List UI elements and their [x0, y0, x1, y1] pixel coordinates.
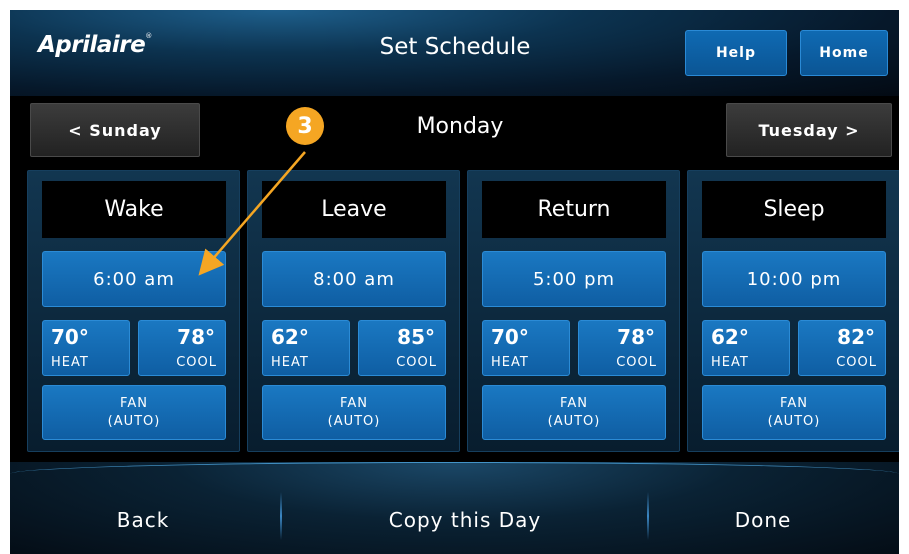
page-title: Set Schedule	[379, 34, 531, 60]
cool-setpoint-button[interactable]: 78° COOL	[578, 320, 666, 376]
fan-label: FAN	[340, 395, 368, 411]
heat-setpoint-button[interactable]: 70° HEAT	[482, 320, 570, 376]
fan-mode-value: (AUTO)	[547, 413, 601, 429]
fan-mode-value: (AUTO)	[327, 413, 381, 429]
period-time-button[interactable]: 6:00 am	[42, 251, 226, 307]
aprilaire-logo: Aprilaire®	[38, 32, 152, 58]
cool-value: 78°	[617, 325, 655, 349]
cool-label: COOL	[176, 355, 217, 370]
period-name: Return	[482, 181, 666, 238]
fan-mode-value: (AUTO)	[107, 413, 161, 429]
heat-value: 70°	[51, 325, 89, 349]
heat-setpoint-button[interactable]: 62° HEAT	[262, 320, 350, 376]
back-button[interactable]: Back	[50, 500, 236, 540]
heat-setpoint-button[interactable]: 70° HEAT	[42, 320, 130, 376]
home-button[interactable]: Home	[800, 30, 888, 76]
header-bar: Aprilaire® Set Schedule Help Home	[10, 10, 899, 96]
cool-label: COOL	[396, 355, 437, 370]
step-callout-badge: 3	[286, 107, 324, 145]
period-time-button[interactable]: 5:00 pm	[482, 251, 666, 307]
cool-value: 78°	[177, 325, 215, 349]
schedule-panel-return: Return 5:00 pm 70° HEAT 78° COOL FAN (AU…	[467, 170, 680, 452]
current-day-label: Monday	[416, 114, 504, 139]
next-day-button[interactable]: Tuesday >	[726, 103, 892, 157]
cool-setpoint-button[interactable]: 82° COOL	[798, 320, 886, 376]
footer-divider	[280, 492, 282, 540]
schedule-panel-leave: Leave 8:00 am 62° HEAT 85° COOL FAN (AUT…	[247, 170, 460, 452]
previous-day-button[interactable]: < Sunday	[30, 103, 200, 157]
fan-label: FAN	[560, 395, 588, 411]
done-button[interactable]: Done	[650, 500, 876, 540]
cool-value: 82°	[837, 325, 875, 349]
cool-setpoint-button[interactable]: 78° COOL	[138, 320, 226, 376]
fan-label: FAN	[780, 395, 808, 411]
period-name: Wake	[42, 181, 226, 238]
heat-value: 62°	[711, 325, 749, 349]
heat-label: HEAT	[711, 355, 749, 370]
footer-divider	[647, 492, 649, 540]
fan-mode-value: (AUTO)	[767, 413, 821, 429]
heat-value: 70°	[491, 325, 529, 349]
period-name: Sleep	[702, 181, 886, 238]
heat-label: HEAT	[51, 355, 89, 370]
heat-label: HEAT	[271, 355, 309, 370]
cool-setpoint-button[interactable]: 85° COOL	[358, 320, 446, 376]
period-name: Leave	[262, 181, 446, 238]
footer-bar: Back Copy this Day Done	[10, 462, 899, 554]
period-time-button[interactable]: 8:00 am	[262, 251, 446, 307]
cool-value: 85°	[397, 325, 435, 349]
help-button[interactable]: Help	[685, 30, 787, 76]
schedule-panel-wake: Wake 6:00 am 70° HEAT 78° COOL FAN (AUTO…	[27, 170, 240, 452]
fan-mode-button[interactable]: FAN (AUTO)	[42, 385, 226, 440]
fan-mode-button[interactable]: FAN (AUTO)	[482, 385, 666, 440]
thermostat-screen: Aprilaire® Set Schedule Help Home < Sund…	[10, 10, 899, 554]
cool-label: COOL	[616, 355, 657, 370]
fan-mode-button[interactable]: FAN (AUTO)	[262, 385, 446, 440]
period-time-button[interactable]: 10:00 pm	[702, 251, 886, 307]
fan-label: FAN	[120, 395, 148, 411]
heat-setpoint-button[interactable]: 62° HEAT	[702, 320, 790, 376]
copy-this-day-button[interactable]: Copy this Day	[285, 500, 645, 540]
heat-value: 62°	[271, 325, 309, 349]
heat-label: HEAT	[491, 355, 529, 370]
footer-glow-line	[10, 462, 899, 474]
schedule-panel-sleep: Sleep 10:00 pm 62° HEAT 82° COOL FAN (AU…	[687, 170, 899, 452]
fan-mode-button[interactable]: FAN (AUTO)	[702, 385, 886, 440]
cool-label: COOL	[836, 355, 877, 370]
